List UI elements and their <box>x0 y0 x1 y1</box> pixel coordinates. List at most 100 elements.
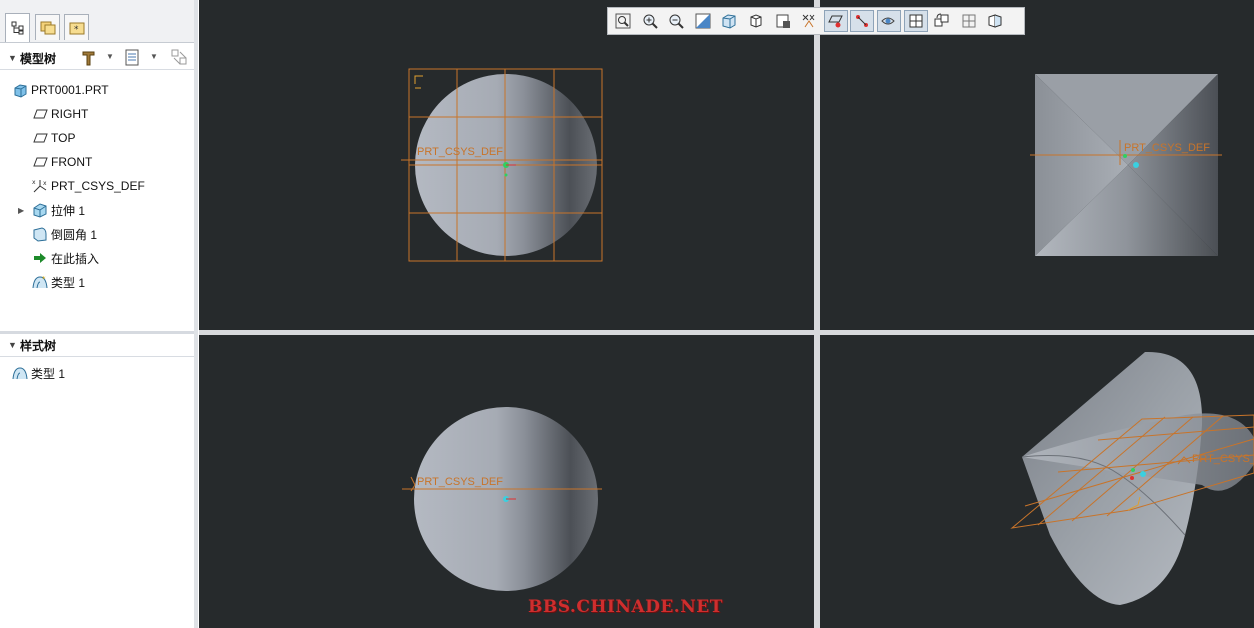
tree-item-extrude[interactable]: 拉伸 1 <box>32 200 85 220</box>
named-view-icon <box>962 14 976 28</box>
tree-item-round[interactable]: 倒圆角 1 <box>32 224 97 244</box>
tree-item-top[interactable]: TOP <box>32 128 75 148</box>
tree-item-label: RIGHT <box>51 107 89 121</box>
reorient-button[interactable] <box>691 10 715 32</box>
graphics-toolbar <box>607 7 1025 35</box>
tree-item-insert-here[interactable]: 在此插入 <box>32 248 99 268</box>
zoom-in-button[interactable] <box>638 10 662 32</box>
tree-item-style[interactable]: * 类型 1 <box>32 272 85 292</box>
view-manager-button[interactable] <box>771 10 795 32</box>
plane-display-toggle[interactable] <box>823 10 848 32</box>
navigator-tab-strip: * <box>0 0 194 43</box>
folder-browser-icon <box>40 21 55 34</box>
tree-item-label: TOP <box>51 131 76 145</box>
display-style-icon <box>750 14 762 28</box>
style-tree-header[interactable]: ▼ 样式树 <box>0 334 194 357</box>
style-tree-title: 样式树 <box>20 338 57 353</box>
plane-tag-icon <box>414 75 423 89</box>
zoom-out-button[interactable] <box>664 10 688 32</box>
tree-filter-icon[interactable] <box>170 48 190 68</box>
model-pyramid-top-view <box>1035 74 1218 256</box>
point-display-toggle[interactable] <box>876 10 901 32</box>
spin-center-button[interactable] <box>930 10 954 32</box>
datum-plane-icon <box>32 154 48 170</box>
tree-item-label: FRONT <box>51 155 93 169</box>
reorient-icon <box>695 13 711 29</box>
round-icon <box>32 226 48 242</box>
plane-display-icon <box>827 15 843 28</box>
tree-item-part[interactable]: PRT0001.PRT <box>12 80 109 100</box>
tree-item-csys[interactable]: xx PRT_CSYS_DEF <box>32 176 145 196</box>
zoom-out-icon <box>669 14 684 29</box>
tree-columns-icon[interactable] <box>124 49 140 67</box>
csys-label: PRT_CSYS_DEF <box>1124 142 1210 154</box>
axis-display-icon <box>856 15 869 27</box>
tab-favorites[interactable]: * <box>64 14 89 40</box>
csys-display-toggle[interactable] <box>903 10 928 32</box>
viewport-top-left[interactable]: PRT_CSYS_DEF <box>199 0 814 330</box>
chevron-down-icon[interactable]: ▼ <box>106 52 114 61</box>
viewport-top-right[interactable]: PRT_CSYS_DEF <box>820 0 1254 330</box>
part-icon <box>12 82 28 98</box>
csys-label: PRT_CSYS_ <box>1192 453 1254 465</box>
model-tree-icon <box>11 21 23 35</box>
refit-button[interactable] <box>611 10 635 32</box>
display-style-button[interactable] <box>744 10 768 32</box>
datum-plane-icon <box>32 106 48 122</box>
viewport-bottom-right[interactable]: PRT_CSYS_ <box>820 335 1254 628</box>
tree-item-label: 类型 1 <box>51 275 86 290</box>
viewport-top-right-canvas <box>1030 74 1222 256</box>
extrude-icon <box>32 202 48 218</box>
viewport-bottom-left[interactable]: PRT_CSYS_DEF <box>199 335 814 628</box>
tab-folder-browser[interactable] <box>35 14 60 40</box>
tree-item-label: 类型 1 <box>31 366 66 381</box>
csys-label: PRT_CSYS_DEF <box>417 476 503 488</box>
collapse-triangle-icon[interactable]: ▼ <box>8 53 20 63</box>
csys-label: PRT_CSYS_DEF <box>417 146 503 158</box>
tree-settings-icon[interactable] <box>80 49 98 67</box>
viewport-bottom-left-canvas <box>402 407 602 591</box>
csys-origin-icon <box>1140 471 1146 477</box>
viewport-bottom-right-canvas <box>1010 351 1254 605</box>
zoom-in-icon <box>643 14 658 29</box>
tab-model-tree[interactable] <box>5 13 30 42</box>
tree-item-front[interactable]: FRONT <box>32 152 92 172</box>
expand-triangle-icon[interactable]: ▶ <box>18 206 24 215</box>
model-tree-title: 模型树 <box>20 51 57 66</box>
navigator-panel: * ▼ 模型树 ▼ ▼ PRT0001.PRT RIGHT TOP FRONT … <box>0 0 195 628</box>
svg-text:*: * <box>74 25 79 35</box>
watermark-text: BBS.CHINADE.NET <box>528 597 723 617</box>
csys-display-icon <box>909 14 923 28</box>
insert-here-arrow-icon <box>32 250 48 266</box>
style-feature-icon <box>12 365 28 381</box>
saved-views-button[interactable] <box>717 10 741 32</box>
model-tree-header[interactable]: ▼ 模型树 ▼ ▼ <box>0 47 194 70</box>
panel-resize-bar[interactable] <box>194 0 198 628</box>
style-tree-item[interactable]: 类型 1 <box>12 363 65 383</box>
tree-item-label: PRT_CSYS_DEF <box>51 179 145 193</box>
quad-view-button[interactable] <box>983 10 1007 32</box>
annotation-display-icon <box>802 14 815 28</box>
spin-center-icon <box>934 13 949 27</box>
named-view-button[interactable] <box>957 10 981 32</box>
chevron-down-icon[interactable]: ▼ <box>150 52 158 61</box>
point-display-icon <box>881 17 895 25</box>
tree-item-label: PRT0001.PRT <box>31 83 109 97</box>
view-manager-icon <box>776 14 790 28</box>
collapse-triangle-icon[interactable]: ▼ <box>8 340 20 350</box>
csys-origin-icon <box>1133 162 1139 168</box>
datum-plane-icon <box>32 130 48 146</box>
style-feature-icon: * <box>32 274 48 290</box>
tree-item-right[interactable]: RIGHT <box>32 104 88 124</box>
annotation-display-button[interactable] <box>797 10 821 32</box>
axis-display-toggle[interactable] <box>850 10 875 32</box>
svg-text:x: x <box>43 180 47 187</box>
quad-view-icon <box>988 14 1002 28</box>
svg-text:*: * <box>42 275 46 283</box>
svg-text:x: x <box>32 179 36 186</box>
viewport-top-left-canvas <box>401 68 603 262</box>
tree-item-label: 在此插入 <box>51 251 100 266</box>
saved-views-icon <box>722 14 736 29</box>
tree-item-label: 拉伸 1 <box>51 203 86 218</box>
refit-icon <box>615 13 631 29</box>
